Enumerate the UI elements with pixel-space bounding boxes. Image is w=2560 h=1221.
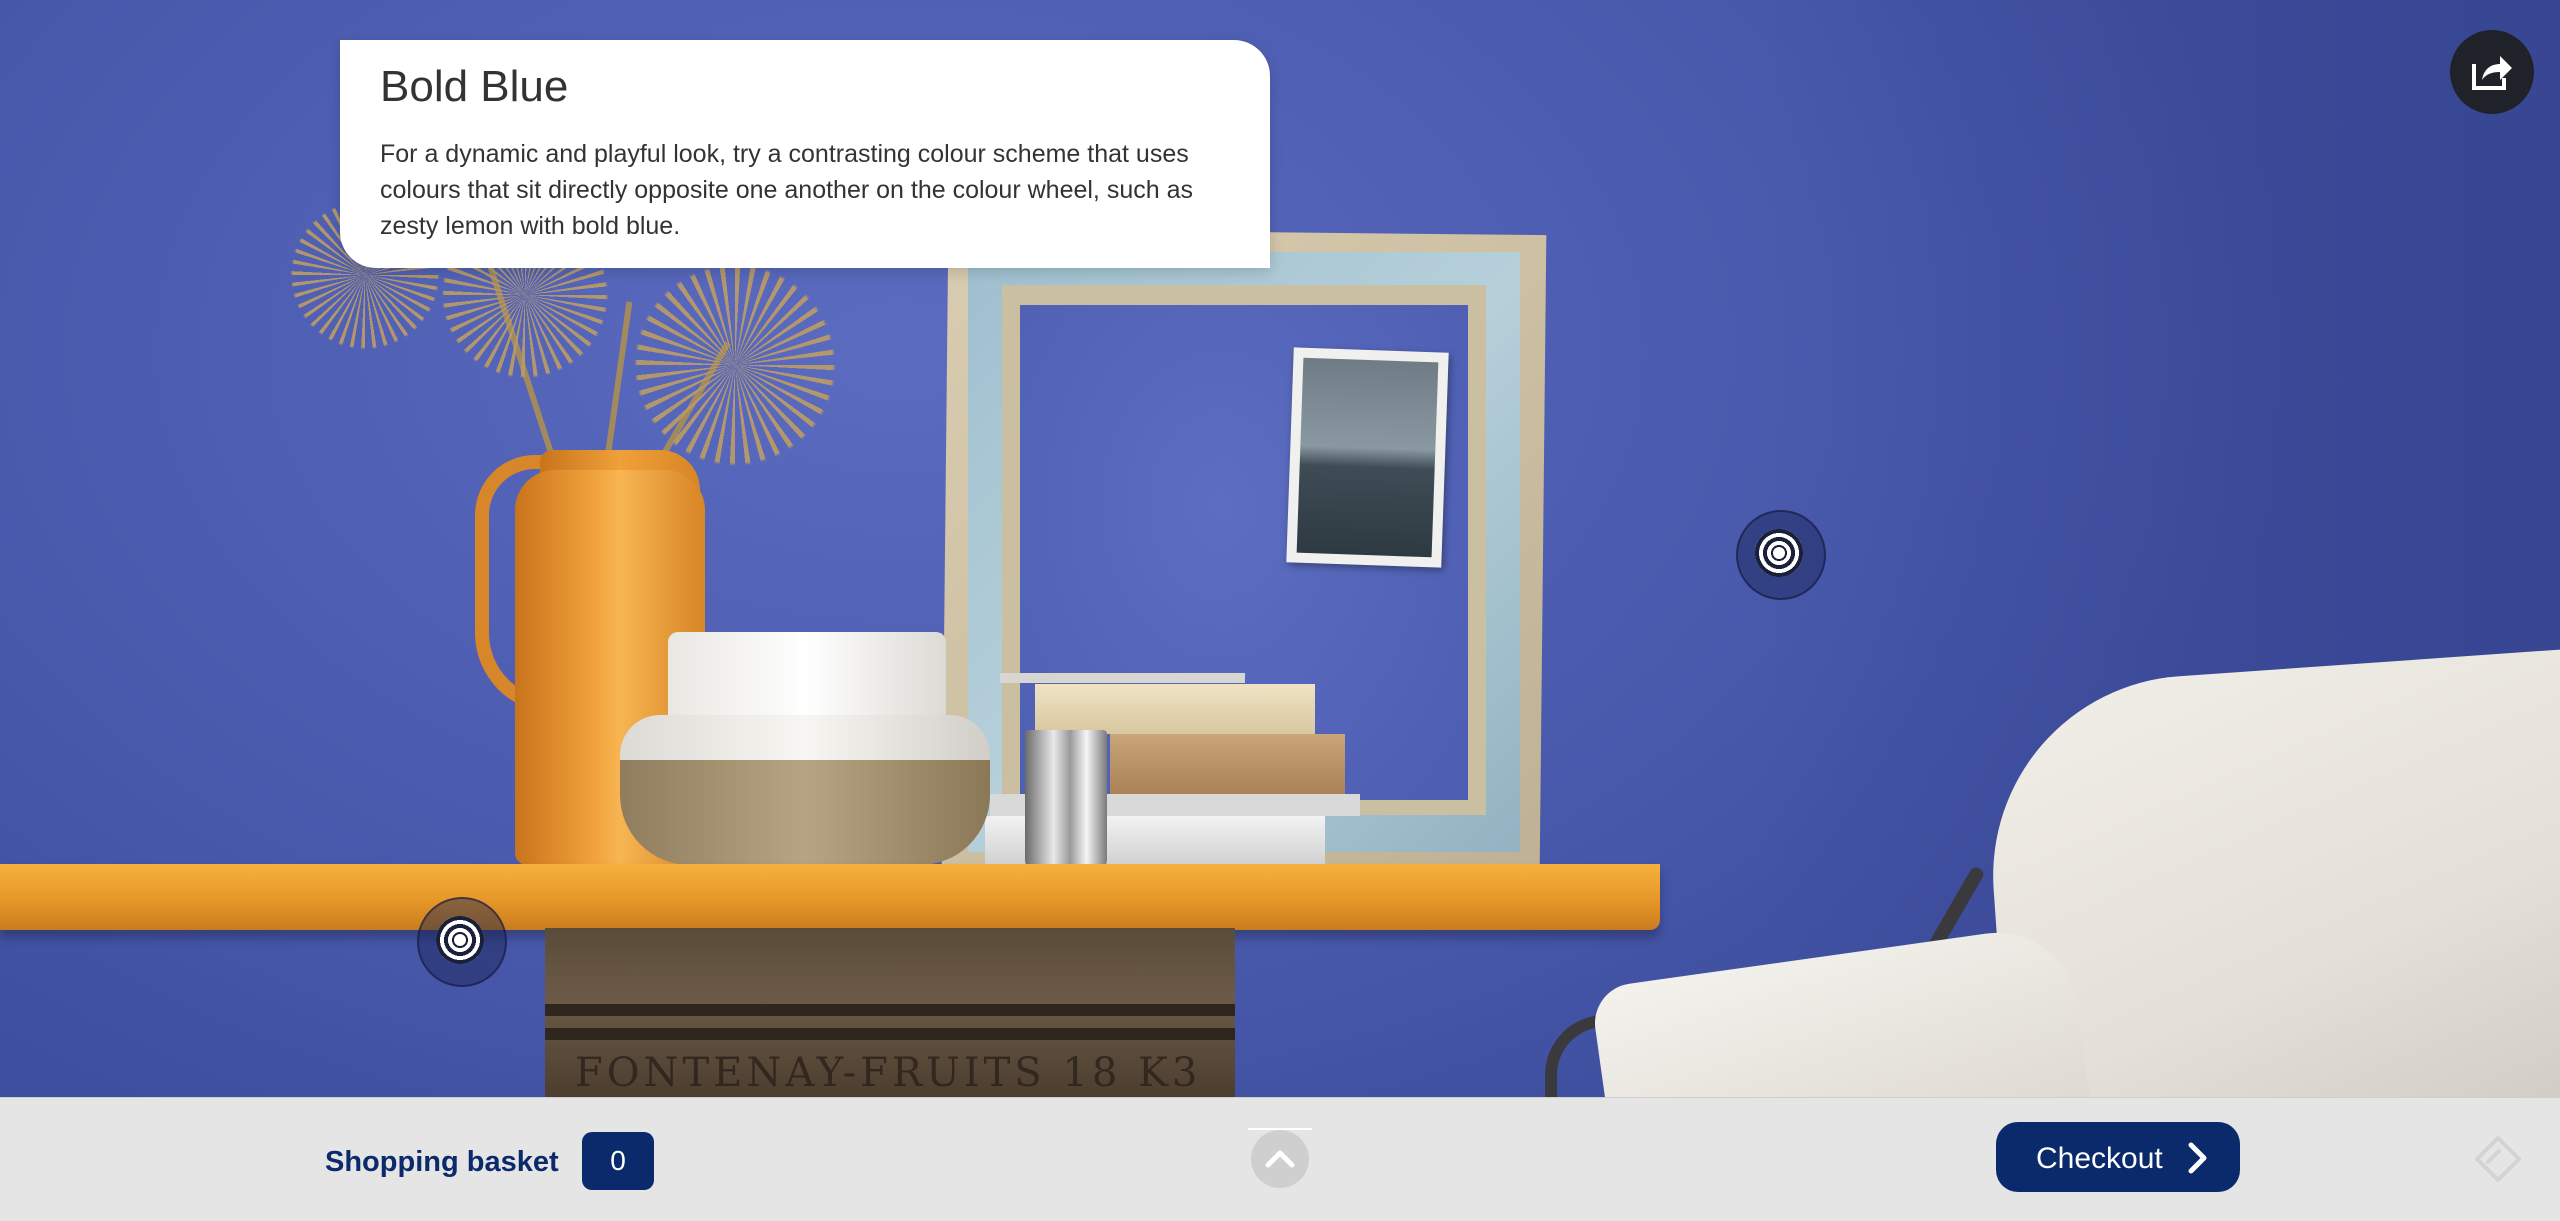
chevron-up-icon bbox=[1265, 1150, 1295, 1168]
info-card-title: Bold Blue bbox=[380, 62, 569, 111]
photo-image bbox=[1296, 357, 1439, 558]
checkout-label: Checkout bbox=[2036, 1142, 2163, 1175]
hotspot-target-icon[interactable] bbox=[1736, 510, 1826, 600]
crate-slat bbox=[545, 1004, 1235, 1016]
book bbox=[1035, 684, 1315, 734]
metal-cup bbox=[1025, 730, 1107, 870]
hotspot-target-icon[interactable] bbox=[417, 897, 507, 987]
footer-bar: Shopping basket 0 Checkout bbox=[0, 1097, 2560, 1221]
book bbox=[1110, 734, 1345, 794]
dried-flower bbox=[620, 250, 850, 480]
expand-panel-button[interactable] bbox=[1251, 1130, 1309, 1188]
basket-count-badge[interactable]: 0 bbox=[582, 1132, 654, 1190]
chevron-right-icon bbox=[2188, 1142, 2207, 1174]
crate-slat bbox=[545, 1028, 1235, 1040]
wooden-crate: FONTENAY-FRUITS 18 K3 bbox=[545, 928, 1235, 1097]
share-icon bbox=[2472, 56, 2512, 90]
orange-shelf bbox=[0, 864, 1660, 930]
bowl-base bbox=[620, 760, 990, 865]
book bbox=[1000, 673, 1245, 683]
crate-lettering: FONTENAY-FRUITS 18 K3 bbox=[575, 1050, 1202, 1096]
tag-icon[interactable] bbox=[2473, 1134, 2523, 1184]
photo-print bbox=[1286, 347, 1449, 568]
checkout-button[interactable]: Checkout bbox=[1996, 1122, 2240, 1192]
shopping-basket-label[interactable]: Shopping basket bbox=[325, 1146, 559, 1179]
info-card: Bold Blue For a dynamic and playful look… bbox=[340, 40, 1270, 268]
info-card-description: For a dynamic and playful look, try a co… bbox=[380, 140, 1193, 240]
bowl-top bbox=[668, 632, 946, 722]
share-button[interactable] bbox=[2450, 30, 2534, 114]
